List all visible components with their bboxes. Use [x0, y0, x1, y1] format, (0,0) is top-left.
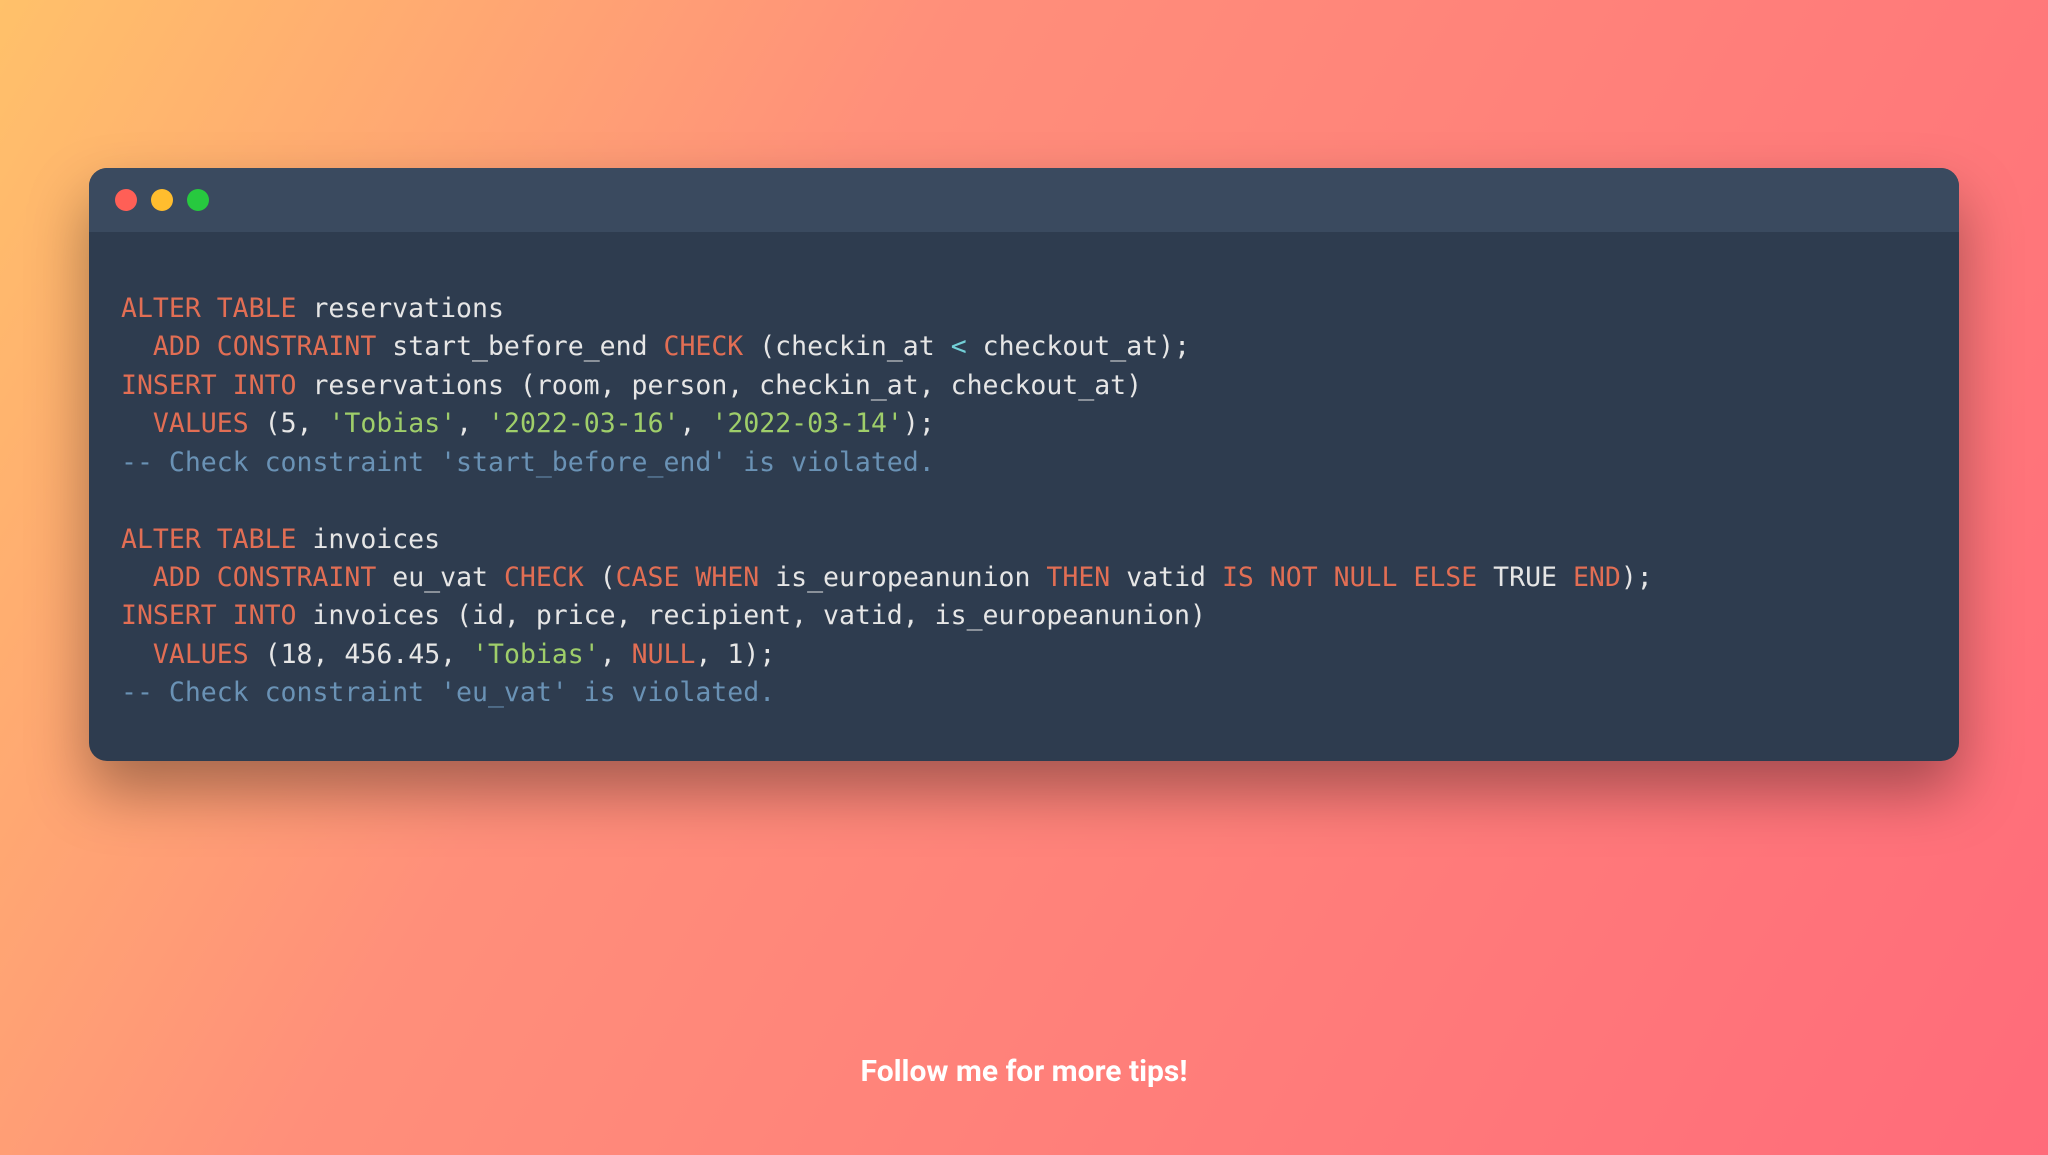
- code-token: reservations (room, person, checkin_at, …: [297, 370, 1143, 401]
- code-line: INSERT INTO reservations (room, person, …: [121, 367, 1927, 405]
- code-token: INSERT INTO: [121, 370, 297, 401]
- code-token: reservations: [297, 293, 504, 324]
- code-token: ,: [456, 408, 488, 439]
- code-token: -- Check constraint 'start_before_end' i…: [121, 447, 935, 478]
- code-token: ,: [440, 639, 472, 670]
- code-token: invoices (id, price, recipient, vatid, i…: [297, 600, 1206, 631]
- code-block: ALTER TABLE reservations ADD CONSTRAINT …: [89, 232, 1959, 761]
- code-token: (: [249, 408, 281, 439]
- minimize-dot-icon[interactable]: [151, 189, 173, 211]
- code-token: (: [584, 562, 616, 593]
- code-line: VALUES (18, 456.45, 'Tobias', NULL, 1);: [121, 636, 1927, 674]
- code-line: VALUES (5, 'Tobias', '2022-03-16', '2022…: [121, 405, 1927, 443]
- code-token: ,: [297, 408, 329, 439]
- code-token: ,: [313, 639, 345, 670]
- code-line: ALTER TABLE reservations: [121, 290, 1927, 328]
- code-line: [121, 482, 1927, 520]
- code-token: 'Tobias': [328, 408, 456, 439]
- code-token: eu_vat: [376, 562, 504, 593]
- code-token: ADD CONSTRAINT: [153, 331, 376, 362]
- code-line: ALTER TABLE invoices: [121, 521, 1927, 559]
- code-token: );: [903, 408, 935, 439]
- code-line: ADD CONSTRAINT eu_vat CHECK (CASE WHEN i…: [121, 559, 1927, 597]
- code-token: [121, 408, 153, 439]
- window-titlebar: [89, 168, 1959, 232]
- code-token: start_before_end: [376, 331, 663, 362]
- code-token: '2022-03-14': [711, 408, 902, 439]
- close-dot-icon[interactable]: [115, 189, 137, 211]
- code-token: THEN: [1046, 562, 1110, 593]
- code-token: is_europeanunion: [759, 562, 1046, 593]
- code-token: END: [1573, 562, 1621, 593]
- code-line: -- Check constraint 'eu_vat' is violated…: [121, 674, 1927, 712]
- code-token: 'Tobias': [472, 639, 600, 670]
- code-token: checkout_at);: [967, 331, 1190, 362]
- maximize-dot-icon[interactable]: [187, 189, 209, 211]
- code-token: CHECK: [663, 331, 743, 362]
- code-token: IS NOT NULL ELSE: [1222, 562, 1477, 593]
- code-token: INSERT INTO: [121, 600, 297, 631]
- code-line: INSERT INTO invoices (id, price, recipie…: [121, 597, 1927, 635]
- code-token: [121, 485, 137, 516]
- code-token: <: [951, 331, 967, 362]
- code-token: );: [743, 639, 775, 670]
- code-token: ,: [679, 408, 711, 439]
- code-token: (checkin_at: [743, 331, 950, 362]
- code-token: 18: [281, 639, 313, 670]
- code-line: ADD CONSTRAINT start_before_end CHECK (c…: [121, 328, 1927, 366]
- code-token: VALUES: [153, 639, 249, 670]
- code-token: CHECK: [504, 562, 584, 593]
- code-token: 1: [727, 639, 743, 670]
- code-window: ALTER TABLE reservations ADD CONSTRAINT …: [89, 168, 1959, 761]
- code-token: 456.45: [344, 639, 440, 670]
- code-token: ,: [600, 639, 632, 670]
- footer-caption: Follow me for more tips!: [0, 1054, 2048, 1089]
- code-token: 5: [281, 408, 297, 439]
- code-token: [121, 562, 153, 593]
- code-token: CASE WHEN: [616, 562, 760, 593]
- code-token: '2022-03-16': [488, 408, 679, 439]
- code-token: ,: [695, 639, 727, 670]
- code-token: invoices: [297, 524, 441, 555]
- code-token: -- Check constraint 'eu_vat' is violated…: [121, 677, 775, 708]
- code-token: ALTER TABLE: [121, 293, 297, 324]
- code-token: VALUES: [153, 408, 249, 439]
- code-token: [121, 331, 153, 362]
- code-token: (: [249, 639, 281, 670]
- code-line: -- Check constraint 'start_before_end' i…: [121, 444, 1927, 482]
- code-token: ALTER TABLE: [121, 524, 297, 555]
- code-token: TRUE: [1477, 562, 1573, 593]
- code-token: NULL: [632, 639, 696, 670]
- code-token: [121, 639, 153, 670]
- code-token: vatid: [1110, 562, 1222, 593]
- code-token: ADD CONSTRAINT: [153, 562, 376, 593]
- code-token: );: [1621, 562, 1653, 593]
